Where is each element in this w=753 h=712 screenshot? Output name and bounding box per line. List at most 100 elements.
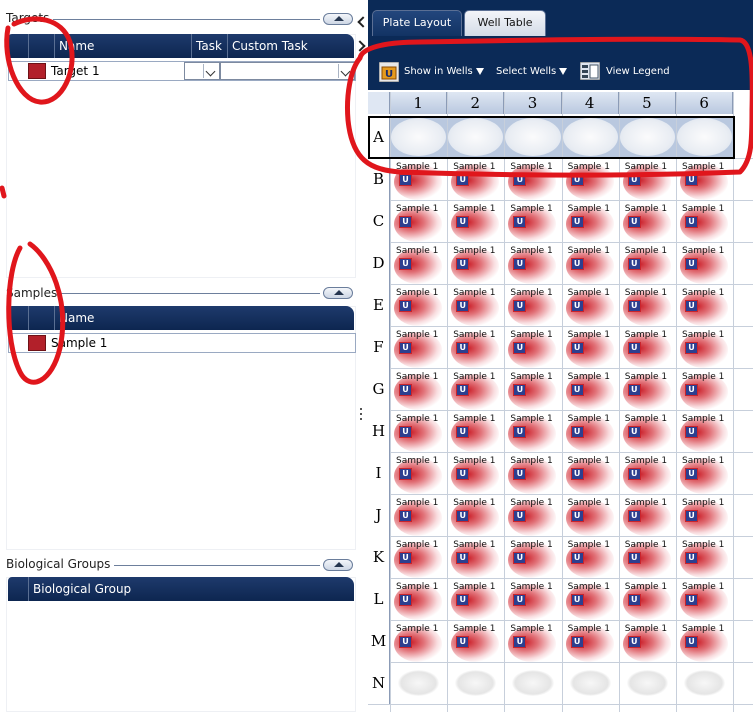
well-F1[interactable]: Sample 1 U: [390, 326, 447, 368]
well-D5[interactable]: Sample 1 U: [619, 242, 676, 284]
target-custom-task-dropdown[interactable]: [220, 62, 355, 80]
well-G1[interactable]: Sample 1 U: [390, 368, 447, 410]
well-C2[interactable]: Sample 1 U: [447, 200, 504, 242]
tab-plate-layout[interactable]: Plate Layout: [372, 10, 462, 36]
well-G3[interactable]: Sample 1 U: [504, 368, 561, 410]
plate-column-header-6[interactable]: 6: [676, 92, 734, 114]
well-N6[interactable]: [684, 670, 726, 696]
sample-name[interactable]: Sample 1: [51, 336, 107, 350]
plate-row-header-C[interactable]: C: [368, 200, 390, 242]
well-L6[interactable]: Sample 1 U: [676, 578, 733, 620]
plate-row-header-L[interactable]: L: [368, 578, 390, 620]
well-H1[interactable]: Sample 1 U: [390, 410, 447, 452]
well-M3[interactable]: Sample 1 U: [504, 620, 561, 662]
well-B1[interactable]: Sample 1 U: [390, 158, 447, 200]
well-H5[interactable]: Sample 1 U: [619, 410, 676, 452]
well-J2[interactable]: Sample 1 U: [447, 494, 504, 536]
well-D3[interactable]: Sample 1 U: [504, 242, 561, 284]
samples-col-name[interactable]: Name: [54, 306, 354, 330]
samples-collapse-button[interactable]: [323, 287, 353, 299]
well-C4[interactable]: Sample 1 U: [562, 200, 619, 242]
well-L4[interactable]: Sample 1 U: [562, 578, 619, 620]
plate-column-header-5[interactable]: 5: [618, 92, 676, 114]
well-H6[interactable]: Sample 1 U: [676, 410, 733, 452]
well-N3[interactable]: [512, 670, 554, 696]
well-K6[interactable]: Sample 1 U: [676, 536, 733, 578]
well-I1[interactable]: Sample 1 U: [390, 452, 447, 494]
well-G5[interactable]: Sample 1 U: [619, 368, 676, 410]
tab-well-table[interactable]: Well Table: [464, 10, 546, 36]
well-N2[interactable]: [455, 670, 497, 696]
well-E6[interactable]: Sample 1 U: [676, 284, 733, 326]
plate-row-header-K[interactable]: K: [368, 536, 390, 578]
well-I5[interactable]: Sample 1 U: [619, 452, 676, 494]
well-I2[interactable]: Sample 1 U: [447, 452, 504, 494]
well-B3[interactable]: Sample 1 U: [504, 158, 561, 200]
well-F4[interactable]: Sample 1 U: [562, 326, 619, 368]
plate-row-header-G[interactable]: G: [368, 368, 390, 410]
well-K4[interactable]: Sample 1 U: [562, 536, 619, 578]
well-G2[interactable]: Sample 1 U: [447, 368, 504, 410]
plate-column-header-4[interactable]: 4: [561, 92, 619, 114]
well-L3[interactable]: Sample 1 U: [504, 578, 561, 620]
well-D1[interactable]: Sample 1 U: [390, 242, 447, 284]
plate-row-header-I[interactable]: I: [368, 452, 390, 494]
well-N5[interactable]: [626, 670, 668, 696]
targets-table-row[interactable]: Target 1: [8, 61, 356, 81]
well-E3[interactable]: Sample 1 U: [504, 284, 561, 326]
select-wells-button[interactable]: Select Wells: [496, 66, 568, 77]
well-C3[interactable]: Sample 1 U: [504, 200, 561, 242]
well-K2[interactable]: Sample 1 U: [447, 536, 504, 578]
well-J5[interactable]: Sample 1 U: [619, 494, 676, 536]
targets-col-name[interactable]: Name: [54, 34, 191, 58]
well-D6[interactable]: Sample 1 U: [676, 242, 733, 284]
well-B5[interactable]: Sample 1 U: [619, 158, 676, 200]
panel-splitter-handle[interactable]: [360, 408, 363, 424]
targets-collapse-button[interactable]: [323, 13, 353, 25]
well-J3[interactable]: Sample 1 U: [504, 494, 561, 536]
well-B6[interactable]: Sample 1 U: [676, 158, 733, 200]
show-in-wells-button[interactable]: Show in Wells: [404, 66, 484, 77]
well-G4[interactable]: Sample 1 U: [562, 368, 619, 410]
well-C6[interactable]: Sample 1 U: [676, 200, 733, 242]
well-L2[interactable]: Sample 1 U: [447, 578, 504, 620]
targets-col-task[interactable]: Task: [191, 34, 227, 58]
well-E2[interactable]: Sample 1 U: [447, 284, 504, 326]
well-E4[interactable]: Sample 1 U: [562, 284, 619, 326]
plate-row-header-F[interactable]: F: [368, 326, 390, 368]
well-M4[interactable]: Sample 1 U: [562, 620, 619, 662]
well-D4[interactable]: Sample 1 U: [562, 242, 619, 284]
well-J6[interactable]: Sample 1 U: [676, 494, 733, 536]
well-F2[interactable]: Sample 1 U: [447, 326, 504, 368]
well-E1[interactable]: Sample 1 U: [390, 284, 447, 326]
bio-groups-collapse-button[interactable]: [323, 559, 353, 571]
well-D2[interactable]: Sample 1 U: [447, 242, 504, 284]
plate-column-header-2[interactable]: 2: [447, 92, 505, 114]
well-B2[interactable]: Sample 1 U: [447, 158, 504, 200]
well-M6[interactable]: Sample 1 U: [676, 620, 733, 662]
well-L5[interactable]: Sample 1 U: [619, 578, 676, 620]
well-M2[interactable]: Sample 1 U: [447, 620, 504, 662]
well-H4[interactable]: Sample 1 U: [562, 410, 619, 452]
collapse-left-arrow-icon[interactable]: [357, 16, 365, 26]
expand-right-arrow-icon[interactable]: [357, 40, 365, 50]
plate-row-header-N[interactable]: N: [368, 662, 390, 704]
well-H3[interactable]: Sample 1 U: [504, 410, 561, 452]
well-L1[interactable]: Sample 1 U: [390, 578, 447, 620]
plate-row-header-D[interactable]: D: [368, 242, 390, 284]
plate-row-header-J[interactable]: J: [368, 494, 390, 536]
plate-column-header-1[interactable]: 1: [390, 92, 448, 114]
plate-row-header-M[interactable]: M: [368, 620, 390, 662]
well-C5[interactable]: Sample 1 U: [619, 200, 676, 242]
view-legend-button[interactable]: View Legend: [606, 66, 670, 77]
well-G6[interactable]: Sample 1 U: [676, 368, 733, 410]
well-N1[interactable]: [398, 670, 440, 696]
bio-groups-col-name[interactable]: Biological Group: [28, 577, 354, 601]
well-I6[interactable]: Sample 1 U: [676, 452, 733, 494]
well-F6[interactable]: Sample 1 U: [676, 326, 733, 368]
target-name[interactable]: Target 1: [51, 64, 100, 78]
target-task-dropdown[interactable]: [184, 62, 220, 80]
plate-row-header-H[interactable]: H: [368, 410, 390, 452]
plate-column-header-3[interactable]: 3: [504, 92, 562, 114]
well-M5[interactable]: Sample 1 U: [619, 620, 676, 662]
